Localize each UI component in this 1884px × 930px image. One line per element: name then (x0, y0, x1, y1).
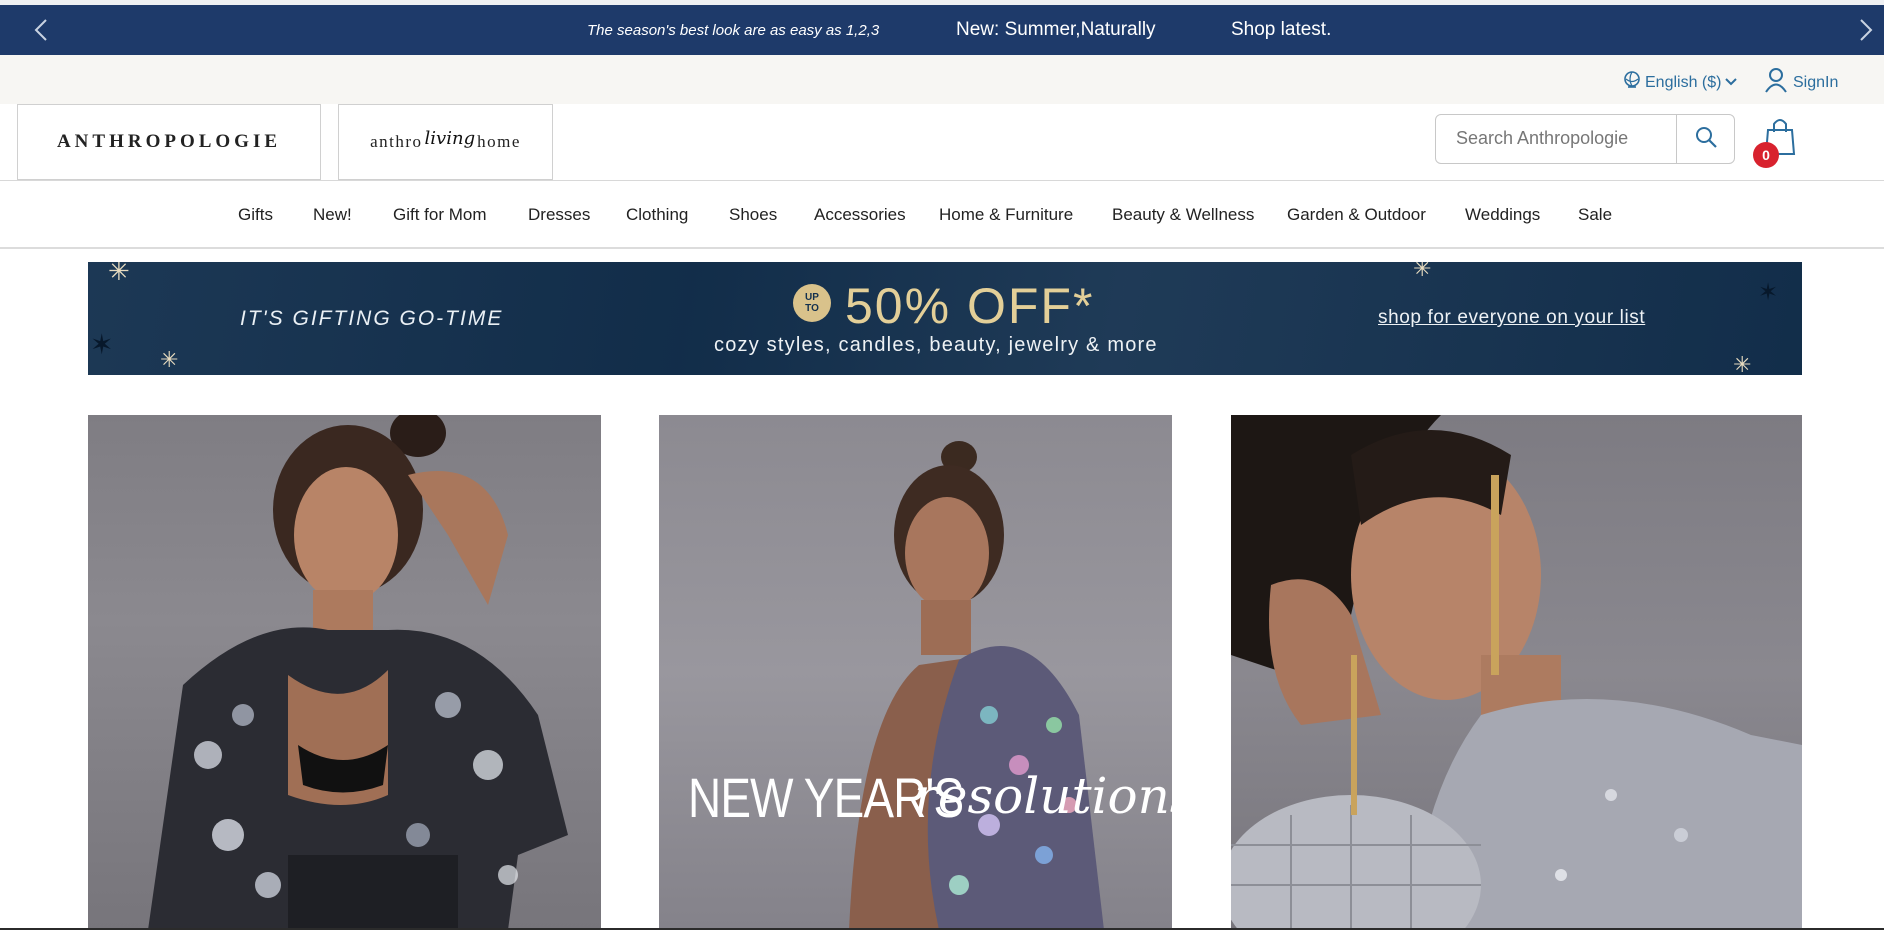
resolutions-overlay: resolutions (914, 767, 1172, 825)
anthropologie-logo[interactable]: ANTHROPOLOGIE (17, 104, 321, 180)
nav-item-shoes[interactable]: Shoes (729, 205, 777, 225)
language-selector[interactable]: English ($) (1622, 70, 1738, 95)
sparkle-icon: ✶ (1758, 279, 1779, 306)
signin-link[interactable]: SignIn (1764, 67, 1838, 98)
product-tile-sequin-top[interactable] (1231, 415, 1802, 930)
sparkle-icon: ✳ (1733, 352, 1752, 375)
language-label: English ($) (1645, 73, 1722, 91)
sparkle-icon: ✳ (160, 347, 179, 372)
nav-item-dresses[interactable]: Dresses (528, 205, 590, 225)
site-header: ANTHROPOLOGIE anthro living home 0 (0, 104, 1884, 181)
up-to-bottom: TO (805, 303, 819, 314)
nav-item-sale[interactable]: Sale (1578, 205, 1612, 225)
search-input[interactable] (1436, 115, 1664, 161)
main-nav: Gifts New! Gift for Mom Dresses Clothing… (0, 181, 1884, 249)
nav-item-beauty-wellness[interactable]: Beauty & Wellness (1112, 205, 1254, 225)
chevron-right-icon[interactable] (1855, 19, 1877, 41)
nav-item-gifts[interactable]: Gifts (238, 205, 273, 225)
promo-banner[interactable]: ✳ ✳ ✶ ✳ ✶ ✳ IT'S GIFTING GO-TIME UP TO 5… (88, 262, 1802, 375)
promo-bar: The season's best look are as easy as 1,… (0, 5, 1884, 55)
sparkle-icon: ✳ (108, 262, 130, 286)
cart-button[interactable]: 0 (1753, 116, 1800, 168)
search-box (1435, 114, 1735, 164)
chevron-left-icon[interactable] (30, 19, 52, 41)
model-photo-3 (1231, 415, 1802, 930)
logo-part-living: living (424, 127, 476, 149)
product-tile-sequin-jacket[interactable] (88, 415, 601, 930)
promo-message-2[interactable]: New: Summer,Naturally (956, 19, 1156, 41)
logo-part-home: home (477, 132, 521, 151)
banner-cta-link[interactable]: shop for everyone on your list (1378, 307, 1645, 329)
sparkle-icon: ✳ (1413, 262, 1432, 281)
nav-item-weddings[interactable]: Weddings (1465, 205, 1540, 225)
product-tile-new-years[interactable]: NEW YEAR'S resolutions (659, 415, 1172, 930)
nav-item-home-furniture[interactable]: Home & Furniture (939, 205, 1073, 225)
chevron-down-icon (1724, 74, 1738, 92)
nav-item-gift-for-mom[interactable]: Gift for Mom (393, 205, 487, 225)
banner-subline: cozy styles, candles, beauty, jewelry & … (714, 334, 1158, 356)
promo-message-1[interactable]: The season's best look are as easy as 1,… (587, 22, 879, 39)
logo-part-anthro: anthro (370, 132, 423, 151)
utility-bar: English ($) SignIn (0, 55, 1884, 104)
user-icon (1764, 67, 1788, 98)
nav-item-new[interactable]: New! (313, 205, 352, 225)
search-button[interactable] (1676, 115, 1735, 163)
logo-text: ANTHROPOLOGIE (56, 131, 282, 152)
model-photo-2 (849, 441, 1104, 930)
banner-left-text: IT'S GIFTING GO-TIME (240, 307, 504, 330)
nav-item-accessories[interactable]: Accessories (814, 205, 906, 225)
up-to-badge: UP TO (793, 284, 831, 322)
anthro-living-home-logo[interactable]: anthro living home (338, 104, 553, 180)
signin-label: SignIn (1793, 73, 1839, 91)
banner-headline: 50% OFF* (845, 278, 1095, 334)
nav-item-clothing[interactable]: Clothing (626, 205, 688, 225)
globe-icon (1622, 70, 1642, 95)
model-photo-1 (148, 415, 568, 930)
up-to-top: UP (805, 292, 819, 303)
nav-item-garden-outdoor[interactable]: Garden & Outdoor (1287, 205, 1426, 225)
cart-count-badge: 0 (1753, 142, 1779, 168)
sparkle-icon: ✶ (90, 329, 114, 360)
promo-message-3[interactable]: Shop latest. (1231, 19, 1331, 41)
search-icon (1694, 125, 1718, 154)
